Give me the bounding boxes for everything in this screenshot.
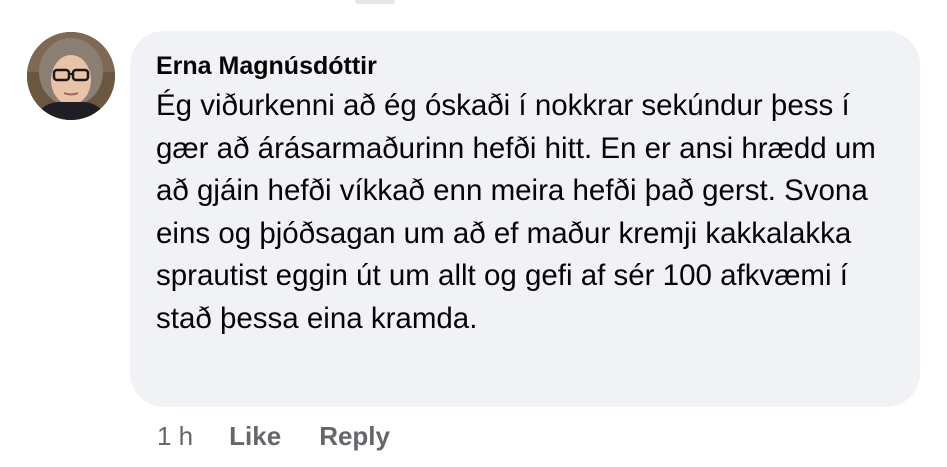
comment-text: Ég viðurkenni að ég óskaði í nokkrar sek… bbox=[156, 89, 876, 335]
like-button[interactable]: Like bbox=[229, 421, 281, 452]
comment-actions: 1 h Like Reply bbox=[157, 418, 428, 454]
avatar[interactable] bbox=[27, 32, 115, 120]
previous-content-edge bbox=[355, 0, 395, 4]
comment-bubble: Erna Magnúsdóttir Ég viðurkenni að ég ós… bbox=[130, 31, 920, 407]
reply-button[interactable]: Reply bbox=[319, 421, 390, 452]
comment-timestamp[interactable]: 1 h bbox=[157, 421, 193, 452]
comment-author[interactable]: Erna Magnúsdóttir bbox=[156, 49, 894, 83]
profile-photo-icon bbox=[27, 32, 115, 120]
